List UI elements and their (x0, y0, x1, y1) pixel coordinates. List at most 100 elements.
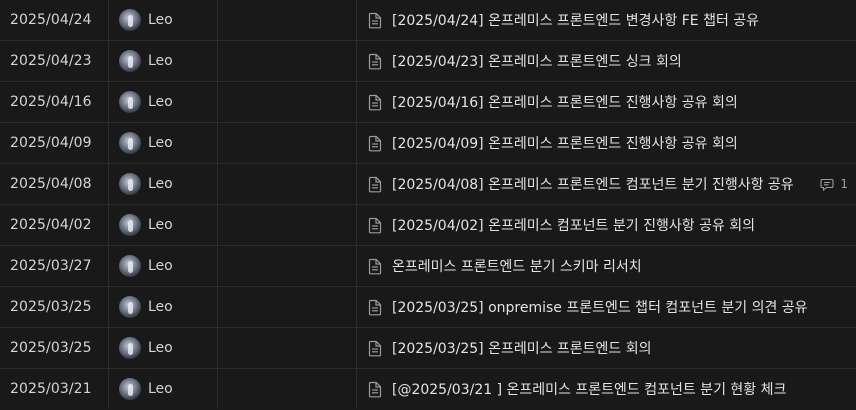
document-icon (367, 298, 383, 316)
date-cell[interactable]: 2025/04/09 (0, 123, 109, 163)
owner-cell[interactable]: Leo (109, 123, 217, 163)
title-cell[interactable]: 온프레미스 프론트엔드 분기 스키마 리서치 (356, 246, 856, 286)
owner-name: Leo (148, 12, 173, 28)
comment-count-text: 1 (840, 177, 848, 191)
owner-cell[interactable]: Leo (109, 164, 217, 204)
empty-cell[interactable] (217, 82, 356, 122)
page-title-link[interactable]: [2025/04/09] 온프레미스 프론트엔드 진행사항 공유 회의 (392, 133, 738, 153)
title-cell[interactable]: [2025/04/16] 온프레미스 프론트엔드 진행사항 공유 회의 (356, 82, 856, 122)
user-avatar (119, 50, 141, 72)
document-icon (367, 380, 383, 398)
page-title-link[interactable]: 온프레미스 프론트엔드 분기 스키마 리서치 (392, 256, 642, 276)
owner-name: Leo (148, 135, 173, 151)
page-title-link[interactable]: [2025/04/24] 온프레미스 프론트엔드 변경사항 FE 챕터 공유 (392, 10, 759, 30)
title-cell[interactable]: [2025/04/02] 온프레미스 컴포넌트 분기 진행사항 공유 회의 (356, 205, 856, 245)
date-text: 2025/04/02 (10, 217, 92, 233)
date-cell[interactable]: 2025/04/08 (0, 164, 109, 204)
table-row[interactable]: 2025/04/09 Leo [2025/04/09] 온프레미스 프론트엔드 … (0, 123, 856, 164)
empty-cell[interactable] (217, 369, 356, 409)
page-title-link[interactable]: [2025/04/08] 온프레미스 프론트엔드 컴포넌트 분기 진행사항 공유 (392, 174, 794, 194)
empty-cell[interactable] (217, 328, 356, 368)
comment-icon (820, 178, 840, 191)
user-avatar (119, 255, 141, 277)
date-cell[interactable]: 2025/04/16 (0, 82, 109, 122)
document-icon (367, 216, 383, 234)
owner-name: Leo (148, 176, 173, 192)
empty-cell[interactable] (217, 287, 356, 327)
user-avatar (119, 132, 141, 154)
empty-cell[interactable] (217, 41, 356, 81)
owner-cell[interactable]: Leo (109, 205, 217, 245)
user-avatar (119, 378, 141, 400)
user-avatar (119, 173, 141, 195)
empty-cell[interactable] (217, 0, 356, 40)
page-title-link[interactable]: [2025/03/25] onpremise 프론트엔드 챕터 컴포넌트 분기 … (392, 297, 808, 317)
user-avatar (119, 9, 141, 31)
owner-name: Leo (148, 217, 173, 233)
date-cell[interactable]: 2025/03/21 (0, 369, 109, 409)
owner-cell[interactable]: Leo (109, 328, 217, 368)
owner-cell[interactable]: Leo (109, 41, 217, 81)
title-cell[interactable]: [2025/04/23] 온프레미스 프론트엔드 싱크 회의 (356, 41, 856, 81)
page-title-link[interactable]: [2025/04/23] 온프레미스 프론트엔드 싱크 회의 (392, 51, 682, 71)
date-cell[interactable]: 2025/04/24 (0, 0, 109, 40)
date-text: 2025/03/27 (10, 258, 92, 274)
empty-cell[interactable] (217, 205, 356, 245)
table-row[interactable]: 2025/04/16 Leo [2025/04/16] 온프레미스 프론트엔드 … (0, 82, 856, 123)
document-icon (367, 52, 383, 70)
date-cell[interactable]: 2025/03/25 (0, 287, 109, 327)
database-table: 2025/04/24 Leo [2025/04/24] 온프레미스 프론트엔드 … (0, 0, 856, 410)
owner-name: Leo (148, 94, 173, 110)
empty-cell[interactable] (217, 123, 356, 163)
owner-name: Leo (148, 340, 173, 356)
title-cell[interactable]: [2025/04/09] 온프레미스 프론트엔드 진행사항 공유 회의 (356, 123, 856, 163)
date-cell[interactable]: 2025/03/25 (0, 328, 109, 368)
document-icon (367, 175, 383, 193)
owner-name: Leo (148, 53, 173, 69)
page-title-link[interactable]: [2025/04/02] 온프레미스 컴포넌트 분기 진행사항 공유 회의 (392, 215, 755, 235)
table-row[interactable]: 2025/03/21 Leo [@2025/03/21 ] 온프레미스 프론트엔… (0, 369, 856, 409)
title-cell[interactable]: [2025/04/08] 온프레미스 프론트엔드 컴포넌트 분기 진행사항 공유… (356, 164, 856, 204)
table-row[interactable]: 2025/03/25 Leo [2025/03/25] onpremise 프론… (0, 287, 856, 328)
comment-count[interactable]: 1 (820, 177, 848, 191)
title-cell[interactable]: [@2025/03/21 ] 온프레미스 프론트엔드 컴포넌트 분기 현황 체크 (356, 369, 856, 409)
date-text: 2025/03/25 (10, 340, 92, 356)
owner-cell[interactable]: Leo (109, 246, 217, 286)
document-icon (367, 11, 383, 29)
date-text: 2025/03/25 (10, 299, 92, 315)
page-title-link[interactable]: [2025/03/25] 온프레미스 프론트엔드 회의 (392, 338, 652, 358)
user-avatar (119, 296, 141, 318)
empty-cell[interactable] (217, 164, 356, 204)
title-cell[interactable]: [2025/03/25] onpremise 프론트엔드 챕터 컴포넌트 분기 … (356, 287, 856, 327)
owner-cell[interactable]: Leo (109, 369, 217, 409)
table-row[interactable]: 2025/04/23 Leo [2025/04/23] 온프레미스 프론트엔드 … (0, 41, 856, 82)
empty-cell[interactable] (217, 246, 356, 286)
date-text: 2025/04/08 (10, 176, 92, 192)
table-row[interactable]: 2025/04/08 Leo [2025/04/08] 온프레미스 프론트엔드 … (0, 164, 856, 205)
table-row[interactable]: 2025/04/24 Leo [2025/04/24] 온프레미스 프론트엔드 … (0, 0, 856, 41)
user-avatar (119, 337, 141, 359)
date-cell[interactable]: 2025/04/02 (0, 205, 109, 245)
date-text: 2025/04/23 (10, 53, 92, 69)
title-cell[interactable]: [2025/04/24] 온프레미스 프론트엔드 변경사항 FE 챕터 공유 (356, 0, 856, 40)
date-cell[interactable]: 2025/04/23 (0, 41, 109, 81)
owner-cell[interactable]: Leo (109, 82, 217, 122)
document-icon (367, 93, 383, 111)
owner-name: Leo (148, 258, 173, 274)
owner-cell[interactable]: Leo (109, 0, 217, 40)
date-cell[interactable]: 2025/03/27 (0, 246, 109, 286)
owner-name: Leo (148, 299, 173, 315)
table-row[interactable]: 2025/04/02 Leo [2025/04/02] 온프레미스 컴포넌트 분… (0, 205, 856, 246)
page-title-link[interactable]: [@2025/03/21 ] 온프레미스 프론트엔드 컴포넌트 분기 현황 체크 (392, 379, 786, 399)
date-text: 2025/04/09 (10, 135, 92, 151)
table-row[interactable]: 2025/03/25 Leo [2025/03/25] 온프레미스 프론트엔드 … (0, 328, 856, 369)
page-title-link[interactable]: [2025/04/16] 온프레미스 프론트엔드 진행사항 공유 회의 (392, 92, 738, 112)
user-avatar (119, 91, 141, 113)
title-cell[interactable]: [2025/03/25] 온프레미스 프론트엔드 회의 (356, 328, 856, 368)
table-row[interactable]: 2025/03/27 Leo 온프레미스 프론트엔드 분기 스키마 리서치 (0, 246, 856, 287)
document-icon (367, 257, 383, 275)
document-icon (367, 339, 383, 357)
date-text: 2025/04/16 (10, 94, 92, 110)
owner-cell[interactable]: Leo (109, 287, 217, 327)
date-text: 2025/04/24 (10, 12, 92, 28)
